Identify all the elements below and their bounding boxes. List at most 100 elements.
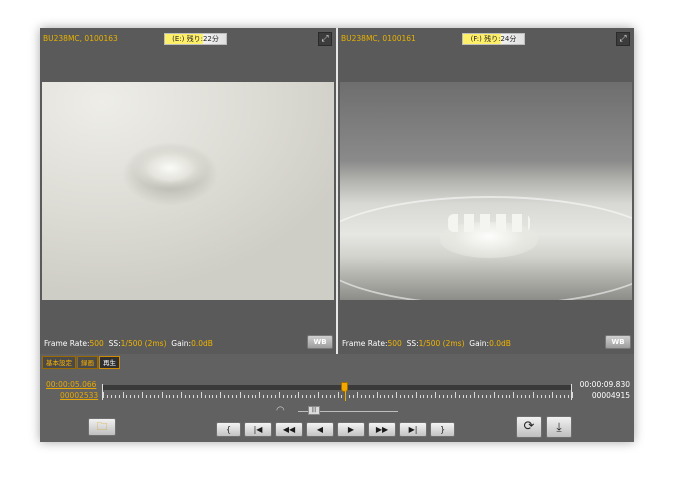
- timeline-tick: [107, 395, 108, 398]
- tab-playback[interactable]: 再生: [99, 356, 120, 369]
- timeline-tick: [486, 395, 487, 398]
- video-view-right[interactable]: [340, 82, 632, 300]
- open-folder-button[interactable]: 🗀: [88, 418, 116, 436]
- timeline-tick: [295, 395, 296, 398]
- timeline-tick: [490, 395, 491, 398]
- fast-forward-button[interactable]: ▶▶: [368, 422, 396, 437]
- timeline-tick: [509, 395, 510, 398]
- timeline-tick: [498, 395, 499, 398]
- ss-label: SS:: [406, 339, 419, 348]
- end-time: 00:00:09.830: [579, 380, 630, 389]
- wb-button-right[interactable]: WB: [605, 335, 631, 349]
- timeline-tick: [572, 392, 573, 398]
- timeline-tick: [564, 395, 565, 398]
- timeline-tick: [275, 395, 276, 398]
- timeline-tick: [341, 395, 342, 398]
- timeline-tick: [150, 395, 151, 398]
- timeline-tick: [427, 395, 428, 398]
- rewind-button[interactable]: ◀◀: [275, 422, 303, 437]
- video-view-left[interactable]: [42, 82, 334, 300]
- timeline-tick: [134, 395, 135, 398]
- timeline-tick: [126, 395, 127, 398]
- timeline-tick: [420, 395, 421, 398]
- timeline-tick: [463, 395, 464, 398]
- speed-slider-thumb[interactable]: |||: [308, 406, 320, 415]
- end-frame: 00004915: [591, 391, 630, 400]
- wb-button-left[interactable]: WB: [307, 335, 333, 349]
- timeline-tick: [220, 392, 221, 398]
- timeline-tick: [568, 395, 569, 398]
- timeline-tick: [189, 395, 190, 398]
- timeline-tick: [552, 392, 553, 398]
- timeline-tick: [158, 395, 159, 398]
- timeline-tick: [287, 395, 288, 398]
- timeline-tick: [326, 395, 327, 398]
- timeline-tick: [197, 395, 198, 398]
- milk-crown: [440, 214, 538, 258]
- timeline-tick: [236, 395, 237, 398]
- timeline-tick: [435, 392, 436, 398]
- timeline-tick: [392, 395, 393, 398]
- download-icon: ⤓: [556, 420, 562, 434]
- timeline-tick: [404, 395, 405, 398]
- to-end-button[interactable]: ▶|: [399, 422, 427, 437]
- loop-button[interactable]: ⟳: [516, 416, 542, 438]
- start-frame-link[interactable]: 00002533: [60, 391, 98, 400]
- expand-icon: ⤢: [619, 34, 627, 44]
- ss-value: 1/500 (2ms): [418, 339, 465, 348]
- timeline-tick: [279, 392, 280, 398]
- timeline-tick: [369, 395, 370, 398]
- tab-basic-settings[interactable]: 基本設定: [42, 356, 76, 369]
- timeline-tick: [123, 392, 124, 398]
- timeline-tick: [443, 395, 444, 398]
- tab-record[interactable]: 録画: [77, 356, 98, 369]
- timeline-tick: [384, 395, 385, 398]
- timeline-tick: [400, 395, 401, 398]
- timeline-tick: [521, 395, 522, 398]
- timeline-tick: [248, 395, 249, 398]
- timeline-tick: [119, 395, 120, 398]
- timeline-tick: [252, 395, 253, 398]
- timeline-tick: [166, 395, 167, 398]
- mark-out-button[interactable]: }: [430, 422, 455, 437]
- timeline-tick: [431, 395, 432, 398]
- timeline-tick: [455, 392, 456, 398]
- timeline-tick: [537, 395, 538, 398]
- timeline-tick: [310, 395, 311, 398]
- timeline-tick: [388, 395, 389, 398]
- speed-gauge-icon: ◠: [276, 405, 285, 416]
- timeline-tick: [103, 392, 104, 398]
- loop-icon: ⟳: [523, 419, 535, 434]
- timeline-tick: [349, 395, 350, 398]
- timeline-tick: [209, 395, 210, 398]
- timeline-track[interactable]: [102, 382, 573, 401]
- timeline-tick: [111, 395, 112, 398]
- expand-button-left[interactable]: ⤢: [318, 32, 332, 46]
- camera-panel-right: BU238MC, 0100161 (F:) 残り:24分 ⤢ Frame Rat…: [338, 28, 634, 354]
- timeline-tick: [529, 395, 530, 398]
- ss-label: SS:: [108, 339, 121, 348]
- play-button[interactable]: ▶: [337, 422, 365, 437]
- timeline-tick: [201, 392, 202, 398]
- start-time-link[interactable]: 00:00:05.066: [46, 380, 96, 389]
- step-back-button[interactable]: ◀: [306, 422, 334, 437]
- timeline-tick: [259, 392, 260, 398]
- speed-control: ◠ |||: [276, 405, 406, 417]
- gain-value: 0.0dB: [191, 339, 213, 348]
- remaining-time-right: (F:) 残り:24分: [462, 33, 525, 45]
- timeline-tick: [330, 395, 331, 398]
- gain-label: Gain:: [469, 339, 490, 348]
- timeline-tick: [412, 395, 413, 398]
- timeline-band: [103, 385, 571, 390]
- timeline-tick: [138, 395, 139, 398]
- frame-rate-label: Frame Rate:: [342, 339, 388, 348]
- timeline-tick: [162, 392, 163, 398]
- expand-button-right[interactable]: ⤢: [616, 32, 630, 46]
- timeline-tick: [494, 392, 495, 398]
- mark-in-button[interactable]: {: [216, 422, 241, 437]
- timeline-tick: [115, 395, 116, 398]
- folder-icon: 🗀: [96, 420, 108, 433]
- download-button[interactable]: ⤓: [546, 416, 572, 438]
- timeline-tick: [439, 395, 440, 398]
- to-start-button[interactable]: |◀: [244, 422, 272, 437]
